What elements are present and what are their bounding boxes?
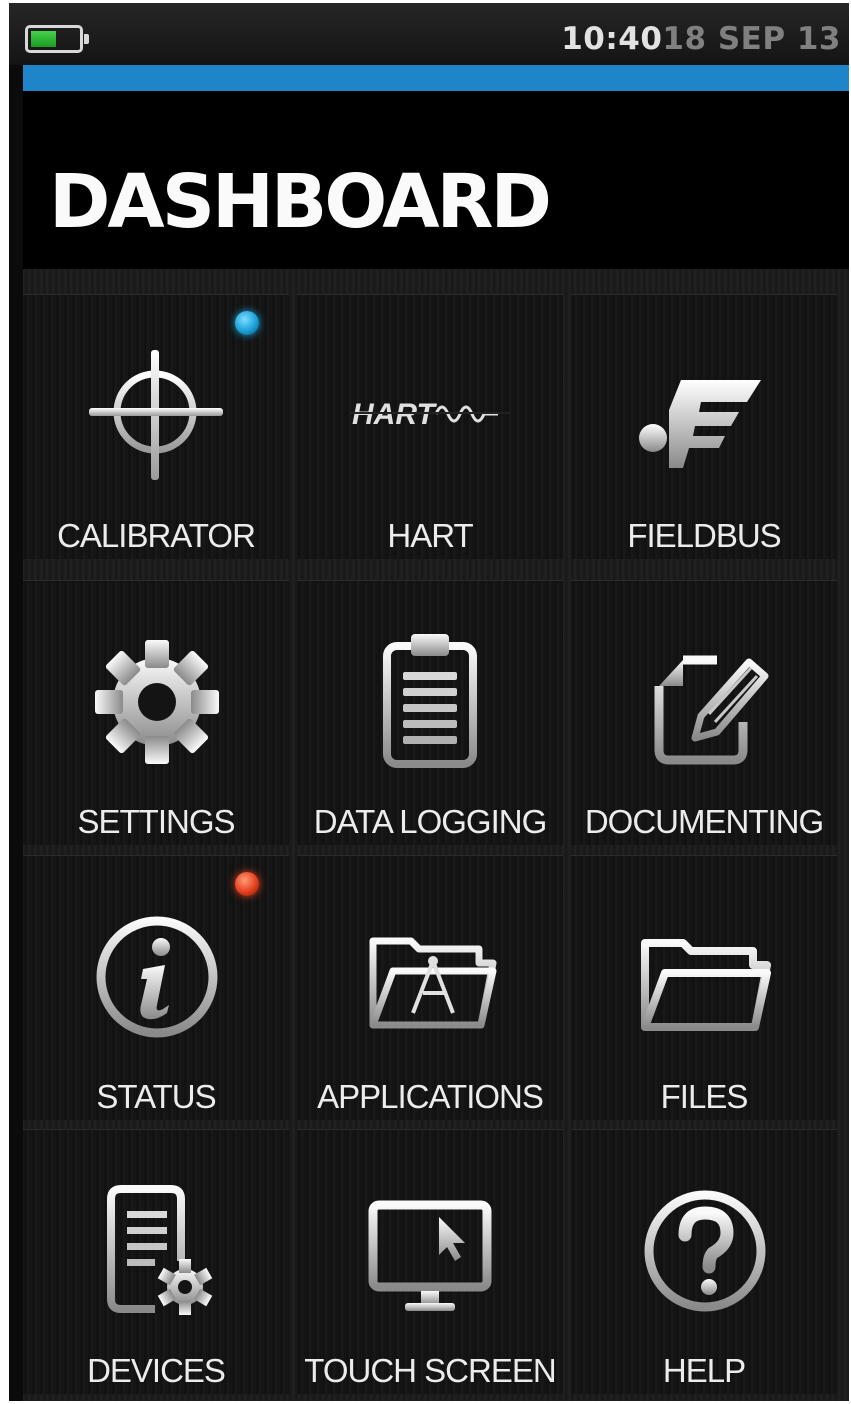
- tile-label: CALIBRATOR: [57, 517, 256, 554]
- status-time: 10:40: [561, 21, 663, 57]
- tile-label: HART: [387, 517, 473, 554]
- fieldbus-icon: [571, 340, 837, 490]
- tile-touch-screen[interactable]: TOUCH SCREEN: [297, 1129, 563, 1394]
- tile-devices[interactable]: DEVICES: [23, 1129, 289, 1394]
- tile-label: APPLICATIONS: [317, 1078, 544, 1115]
- tile-calibrator[interactable]: CALIBRATOR: [23, 294, 289, 559]
- gear-icon: [23, 626, 289, 776]
- tile-help[interactable]: HELP: [571, 1129, 837, 1394]
- tile-data-logging[interactable]: DATA LOGGING: [297, 580, 563, 845]
- tile-settings[interactable]: SETTINGS: [23, 580, 289, 845]
- tile-label: DEVICES: [87, 1352, 226, 1389]
- page-title: DASHBOARD: [49, 159, 552, 245]
- tile-documenting[interactable]: DOCUMENTING: [571, 580, 837, 845]
- help-icon: [571, 1175, 837, 1325]
- crosshair-icon: [23, 340, 289, 490]
- tile-label: DATA LOGGING: [313, 803, 548, 840]
- document-gear-icon: [23, 1175, 289, 1325]
- tile-label: DOCUMENTING: [584, 803, 824, 840]
- folder-compass-icon: [297, 901, 563, 1051]
- battery-icon: [25, 25, 89, 53]
- tile-label: STATUS: [96, 1078, 216, 1115]
- info-icon: [23, 901, 289, 1051]
- accent-bar: [23, 65, 849, 91]
- tile-label: HELP: [662, 1352, 746, 1389]
- tile-applications[interactable]: APPLICATIONS: [297, 855, 563, 1120]
- device-screen: 10:4018 SEP 13 DASHBOARD CALIBRATOR HART: [9, 3, 849, 1401]
- hart-logo-text: HART: [352, 398, 437, 431]
- tile-label: TOUCH SCREEN: [304, 1352, 556, 1389]
- tile-files[interactable]: FILES: [571, 855, 837, 1120]
- blue-indicator: [235, 311, 259, 335]
- tile-status[interactable]: STATUS: [23, 855, 289, 1120]
- clipboard-icon: [297, 626, 563, 776]
- tile-fieldbus[interactable]: FIELDBUS: [571, 294, 837, 559]
- document-pencil-icon: [571, 626, 837, 776]
- clock: 10:4018 SEP 13: [561, 21, 841, 57]
- status-bar: 10:4018 SEP 13: [9, 3, 849, 65]
- tile-label: FIELDBUS: [627, 517, 781, 554]
- title-panel: DASHBOARD: [23, 91, 849, 269]
- battery-level: [31, 31, 57, 47]
- tile-label: FILES: [660, 1078, 749, 1115]
- folder-icon: [571, 901, 837, 1051]
- hart-logo-icon: HART: [297, 340, 563, 490]
- tile-hart[interactable]: HART HART: [297, 294, 563, 559]
- red-indicator: [235, 872, 259, 896]
- tile-label: SETTINGS: [77, 803, 235, 840]
- monitor-cursor-icon: [297, 1175, 563, 1325]
- status-date: 18 SEP 13: [662, 21, 841, 57]
